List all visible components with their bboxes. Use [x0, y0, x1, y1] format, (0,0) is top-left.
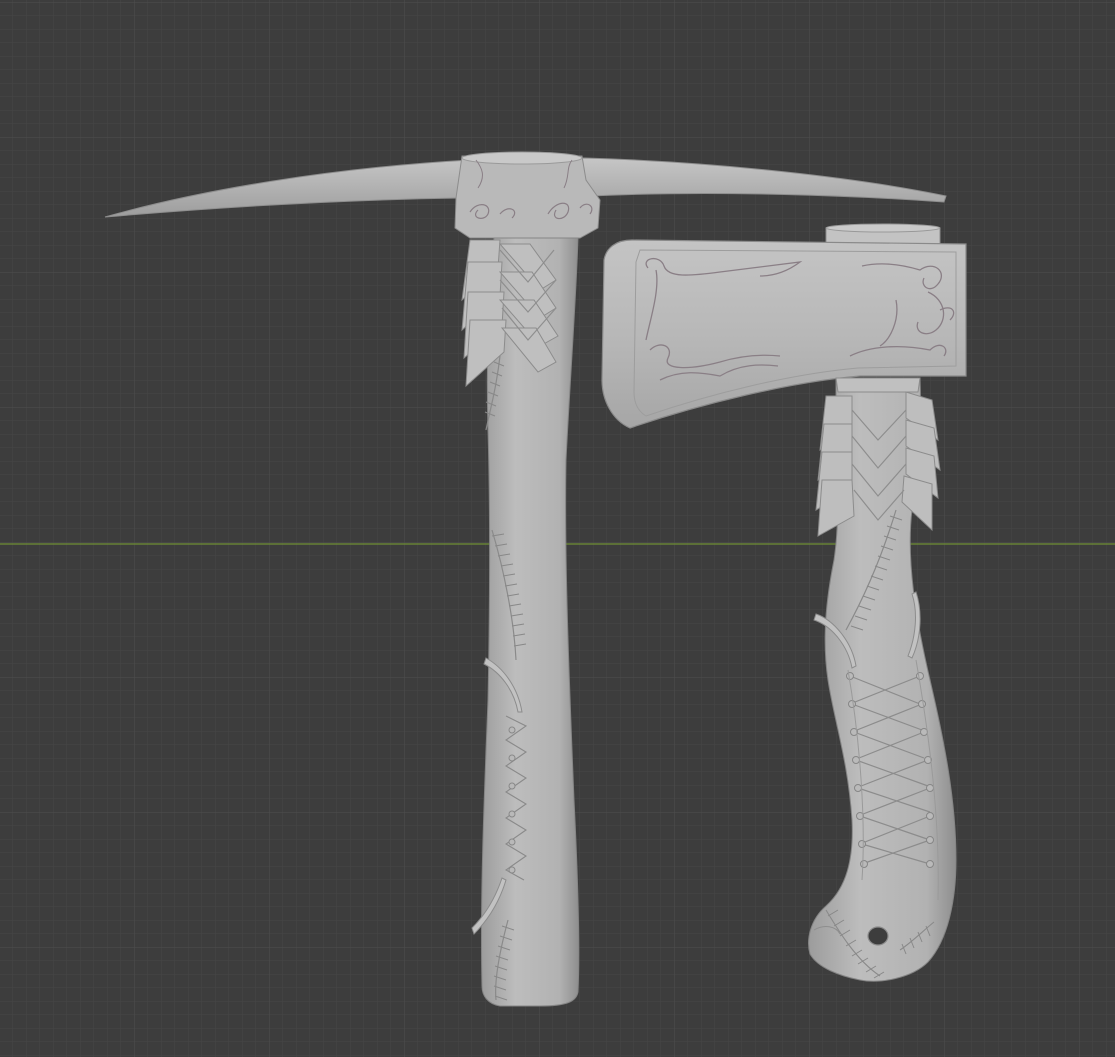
viewport-canvas[interactable] — [0, 0, 1115, 1057]
lanyard-hole — [867, 926, 889, 946]
3d-viewport[interactable] — [0, 0, 1115, 1057]
